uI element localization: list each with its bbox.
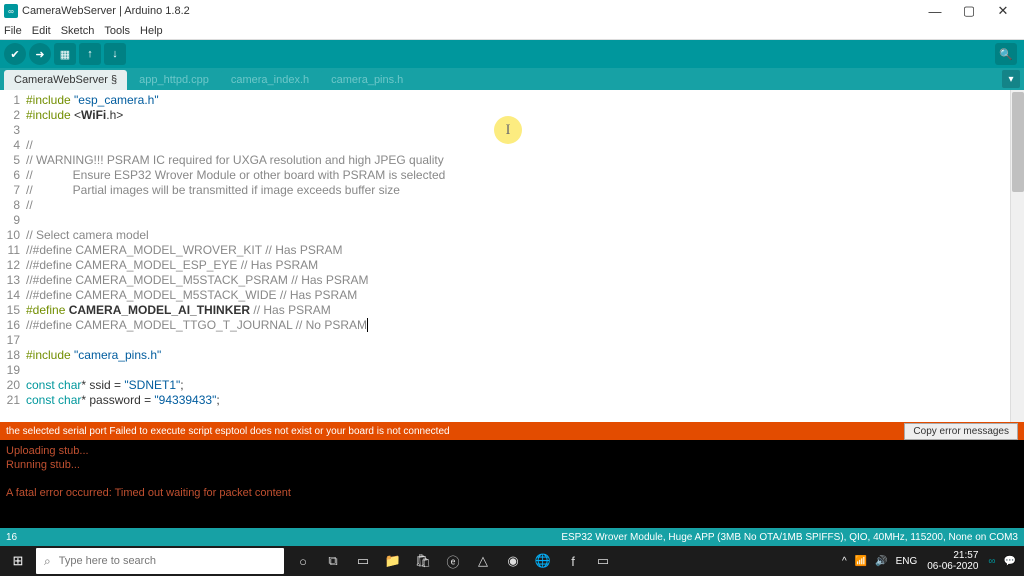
taskbar-app-5[interactable]: △ (468, 546, 498, 576)
search-placeholder: Type here to search (59, 555, 156, 567)
taskbar-search[interactable]: ⌕ Type here to search (36, 548, 284, 574)
arduino-logo-icon: ∞ (4, 4, 18, 18)
search-icon: ⌕ (44, 554, 51, 569)
menu-help[interactable]: Help (140, 25, 163, 37)
menu-file[interactable]: File (4, 25, 22, 37)
taskbar-app-9[interactable]: ▭ (588, 546, 618, 576)
verify-button[interactable]: ✔ (4, 43, 26, 65)
window-title: CameraWebServer | Arduino 1.8.2 (22, 5, 190, 17)
menu-bar: File Edit Sketch Tools Help (0, 22, 1024, 40)
taskbar-app-4[interactable]: ⓔ (438, 546, 468, 576)
save-button[interactable]: ↓ (104, 43, 126, 65)
start-button[interactable]: ⊞ (0, 546, 36, 576)
copy-error-button[interactable]: Copy error messages (904, 423, 1018, 440)
tray-notifications-icon[interactable]: 💬 (1004, 556, 1016, 567)
toolbar: ✔ ➜ ▦ ↑ ↓ 🔍 (0, 40, 1024, 68)
cortana-icon[interactable]: ○ (288, 546, 318, 576)
tab-main[interactable]: CameraWebServer § (4, 70, 127, 90)
open-button[interactable]: ↑ (79, 43, 101, 65)
menu-sketch[interactable]: Sketch (61, 25, 95, 37)
serial-monitor-button[interactable]: 🔍 (995, 43, 1017, 65)
system-tray[interactable]: ^ 📶 🔊 ENG 21:57 06-06-2020 ∞ 💬 (834, 546, 1024, 576)
tray-network-icon[interactable]: 📶 (855, 556, 867, 567)
text-cursor (367, 318, 368, 332)
error-message: the selected serial port Failed to execu… (6, 426, 450, 437)
maximize-button[interactable]: ▢ (952, 0, 986, 22)
new-button[interactable]: ▦ (54, 43, 76, 65)
tray-expand-icon[interactable]: ^ (842, 556, 847, 567)
editor-scrollbar[interactable] (1010, 90, 1024, 422)
status-line: 16 (6, 532, 17, 543)
taskbar-app-7[interactable]: 🌐 (528, 546, 558, 576)
tab-menu-button[interactable]: ▾ (1002, 70, 1020, 88)
status-bar: 16 ESP32 Wrover Module, Huge APP (3MB No… (0, 528, 1024, 546)
tab-app-httpd[interactable]: app_httpd.cpp (129, 70, 219, 90)
window-titlebar: ∞ CameraWebServer | Arduino 1.8.2 — ▢ ✕ (0, 0, 1024, 22)
tray-arduino-icon[interactable]: ∞ (988, 556, 995, 567)
menu-edit[interactable]: Edit (32, 25, 51, 37)
tab-bar: CameraWebServer § app_httpd.cpp camera_i… (0, 68, 1024, 90)
upload-button[interactable]: ➜ (29, 43, 51, 65)
tray-lang[interactable]: ENG (896, 556, 918, 567)
taskbar-app-3[interactable]: 🛍 (408, 546, 438, 576)
taskbar-app-8[interactable]: f (558, 546, 588, 576)
taskbar-clock[interactable]: 21:57 06-06-2020 (927, 550, 978, 572)
tab-camera-index[interactable]: camera_index.h (221, 70, 319, 90)
line-gutter: 123456789101112131415161718192021 (0, 90, 26, 422)
tab-camera-pins[interactable]: camera_pins.h (321, 70, 413, 90)
menu-tools[interactable]: Tools (104, 25, 130, 37)
taskbar-app-1[interactable]: ▭ (348, 546, 378, 576)
code-editor[interactable]: 123456789101112131415161718192021 #inclu… (0, 90, 1024, 422)
mouse-cursor-icon: I (494, 116, 522, 144)
minimize-button[interactable]: — (918, 0, 952, 22)
status-board-info: ESP32 Wrover Module, Huge APP (3MB No OT… (561, 532, 1018, 543)
error-bar: the selected serial port Failed to execu… (0, 422, 1024, 440)
console-output[interactable]: Uploading stub...Running stub... A fatal… (0, 440, 1024, 528)
taskbar-app-6[interactable]: ◉ (498, 546, 528, 576)
task-view-icon[interactable]: ⧉ (318, 546, 348, 576)
taskbar-app-2[interactable]: 📁 (378, 546, 408, 576)
tray-sound-icon[interactable]: 🔊 (875, 556, 887, 567)
scrollbar-thumb[interactable] (1012, 92, 1024, 192)
close-button[interactable]: ✕ (986, 0, 1020, 22)
windows-taskbar: ⊞ ⌕ Type here to search ○ ⧉ ▭ 📁 🛍 ⓔ △ ◉ … (0, 546, 1024, 576)
